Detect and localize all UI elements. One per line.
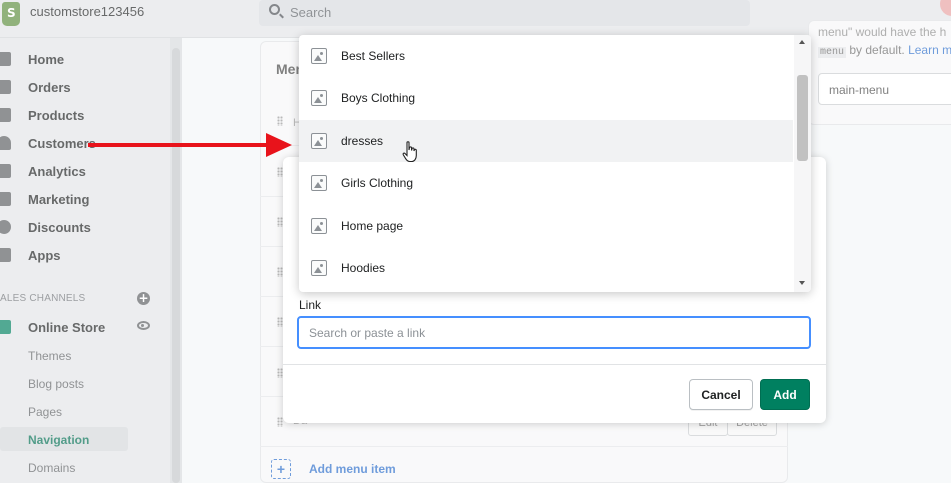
dropdown-item-hoodies[interactable]: Hoodies xyxy=(299,247,793,289)
cancel-button[interactable]: Cancel xyxy=(689,379,753,410)
dropdown-item-label: Girls Clothing xyxy=(341,176,414,190)
link-label: Link xyxy=(299,298,322,312)
modal-footer-divider xyxy=(283,364,826,365)
hand-cursor-icon xyxy=(402,141,417,163)
dropdown-item-label: Hoodies xyxy=(341,261,386,275)
dropdown-item-label: Boys Clothing xyxy=(341,91,416,105)
image-placeholder-icon xyxy=(311,133,327,149)
add-button[interactable]: Add xyxy=(760,379,810,410)
image-placeholder-icon xyxy=(311,90,327,106)
dropdown-item-girls-clothing[interactable]: Girls Clothing xyxy=(299,162,793,204)
dropdown-item-label: Home page xyxy=(341,219,404,233)
image-placeholder-icon xyxy=(311,48,327,64)
link-search-input[interactable] xyxy=(297,316,811,349)
annotation-arrow-head xyxy=(266,133,292,157)
dropdown-item-best-sellers[interactable]: Best Sellers xyxy=(299,35,793,77)
scrollbar-thumb[interactable] xyxy=(797,75,808,161)
scroll-down-arrow-icon[interactable] xyxy=(799,281,805,285)
image-placeholder-icon xyxy=(311,260,327,276)
dropdown-item-boys-clothing[interactable]: Boys Clothing xyxy=(299,77,793,119)
image-placeholder-icon xyxy=(311,175,327,191)
annotation-arrow xyxy=(88,143,270,147)
dropdown-item-label: dresses xyxy=(341,134,384,148)
dropdown-scrollbar[interactable] xyxy=(794,35,811,292)
scroll-up-arrow-icon[interactable] xyxy=(799,40,805,44)
dropdown-item-dresses[interactable]: dresses xyxy=(299,120,793,162)
dropdown-item-home-page[interactable]: Home page xyxy=(299,205,793,247)
dropdown-item-label: Best Sellers xyxy=(341,49,406,63)
image-placeholder-icon xyxy=(311,218,327,234)
link-suggestions-dropdown: Best Sellers Boys Clothing dresses Girls… xyxy=(299,35,811,292)
